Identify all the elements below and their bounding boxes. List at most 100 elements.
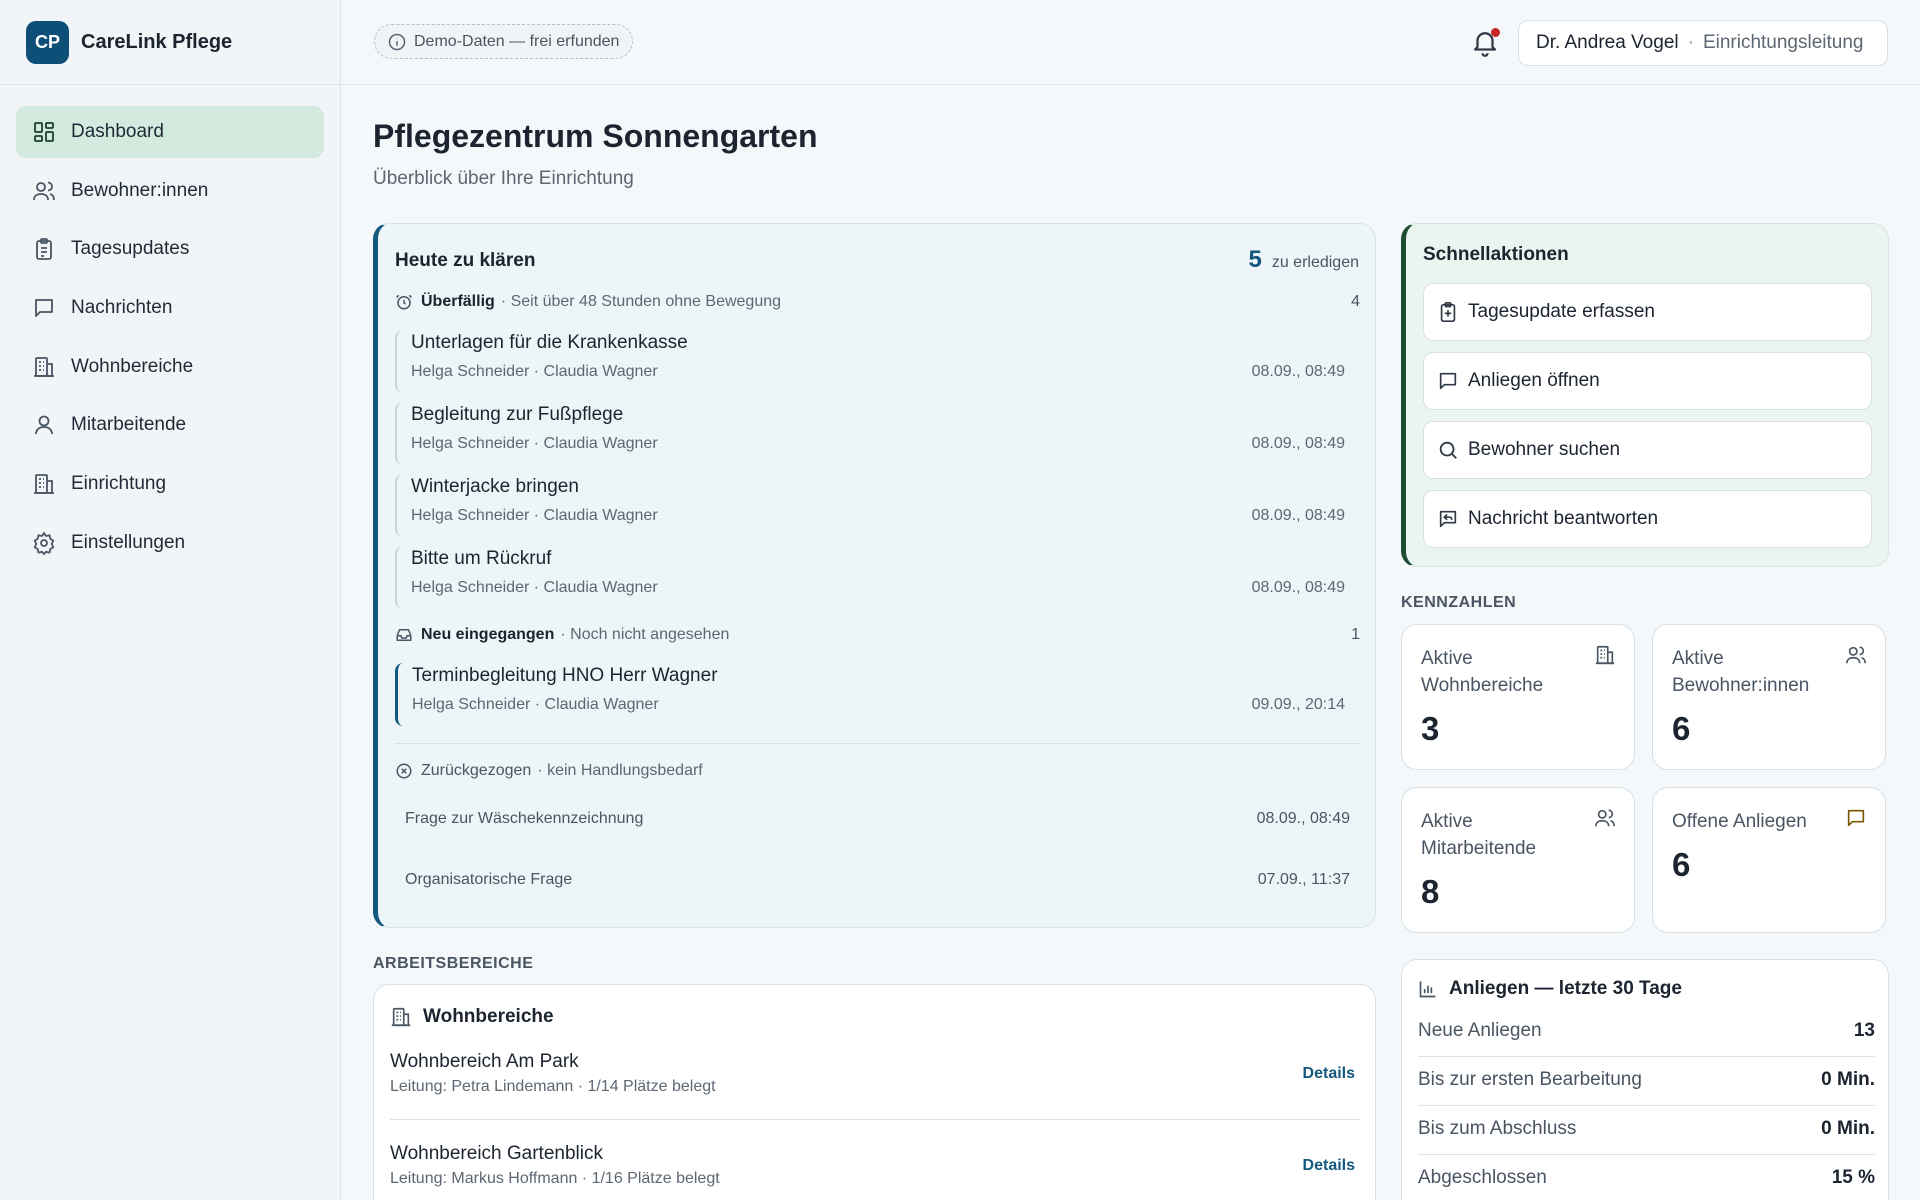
sidebar-item-staff[interactable]: Mitarbeitende (16, 399, 324, 451)
group-withdrawn-hint: · kein Handlungsbedarf (537, 762, 703, 779)
kpi-card-living-areas: Aktive Wohnbereiche 3 (1401, 624, 1635, 770)
sidebar-item-label: Tagesupdates (71, 238, 190, 260)
sidebar-item-daily-updates[interactable]: Tagesupdates (16, 223, 324, 275)
kpi-value: 6 (1672, 846, 1691, 883)
task-date: 08.09., 08:49 (1251, 507, 1345, 524)
stat-row: Bis zur ersten Bearbeitung 0 Min. (1418, 1057, 1875, 1106)
task-date: 08.09., 08:49 (1251, 579, 1345, 596)
task-title: Terminbegleitung HNO Herr Wagner (412, 665, 718, 686)
stat-row: Abgeschlossen 15 % (1418, 1155, 1875, 1200)
building-icon (1595, 645, 1615, 665)
kpi-value: 8 (1421, 873, 1440, 910)
staff-icon (1595, 809, 1615, 827)
details-link[interactable]: Details (1303, 1065, 1355, 1083)
task-meta: Helga Schneider · Claudia Wagner (411, 579, 658, 596)
quick-action-label: Anliegen öffnen (1468, 370, 1600, 391)
withdrawn-date: 07.09., 11:37 (1257, 871, 1350, 888)
task-meta: Helga Schneider · Claudia Wagner (412, 696, 659, 713)
sidebar-item-label: Bewohner:innen (71, 179, 209, 201)
withdrawn-date: 08.09., 08:49 (1256, 810, 1350, 827)
todo-divider (395, 743, 1360, 744)
staff-icon (35, 416, 53, 435)
topbar: Demo-Daten — frei erfunden Dr. Andrea Vo… (341, 0, 1920, 85)
group-withdrawn-name: Zurückgezogen (421, 762, 532, 779)
sidebar-item-residents[interactable]: Bewohner:innen (16, 165, 324, 217)
group-overdue-hint: · Seit über 48 Stunden ohne Bewegung (500, 293, 782, 310)
details-link[interactable]: Details (1303, 1157, 1355, 1175)
living-areas-card-title: Wohnbereiche (423, 1006, 554, 1027)
task-date: 08.09., 08:49 (1251, 435, 1345, 452)
user-name: Dr. Andrea Vogel (1536, 32, 1679, 53)
stats-title: Anliegen — letzte 30 Tage (1449, 978, 1682, 999)
user-menu[interactable]: Dr. Andrea Vogel · Einrichtungsleitung (1518, 20, 1888, 66)
kpi-value: 3 (1421, 710, 1440, 747)
dashboard-icon (34, 122, 54, 142)
quick-action-label: Nachricht beantworten (1468, 508, 1659, 529)
kpi-label: Aktive Mitarbeitende (1421, 811, 1537, 859)
sidebar-item-label: Mitarbeitende (71, 414, 187, 436)
living-areas-card-header: Wohnbereiche (390, 1006, 554, 1028)
task-item[interactable]: Bitte um Rückruf Helga Schneider · Claud… (395, 546, 1345, 609)
quick-action-search-resident-button[interactable]: Bewohner suchen (1423, 421, 1872, 479)
quick-actions-title: Schnellaktionen (1423, 244, 1569, 265)
task-item[interactable]: Begleitung zur Fußpflege Helga Schneider… (395, 402, 1345, 465)
sidebar-item-messages[interactable]: Nachrichten (16, 282, 324, 334)
facility-icon (34, 474, 54, 495)
todo-count-label: zu erledigen (1271, 254, 1359, 271)
group-new-count: 1 (1351, 626, 1360, 643)
living-area-row: Wohnbereich Gartenblick Leitung: Markus … (390, 1143, 1360, 1188)
gear-icon (33, 531, 55, 555)
withdrawn-item[interactable]: Organisatorische Frage 07.09., 11:37 (405, 871, 1350, 889)
stat-row: Neue Anliegen 13 (1418, 1008, 1875, 1057)
quick-actions-panel: Schnellaktionen Tagesupdate erfassen Anl… (1401, 223, 1889, 567)
message-icon (1847, 809, 1865, 827)
task-title: Bitte um Rückruf (411, 548, 552, 569)
task-item[interactable]: Winterjacke bringen Helga Schneider · Cl… (395, 474, 1345, 537)
quick-action-daily-update-button[interactable]: Tagesupdate erfassen (1423, 283, 1872, 341)
group-overdue-name: Überfällig (421, 293, 495, 310)
stat-label: Neue Anliegen (1418, 1020, 1542, 1041)
task-item[interactable]: Unterlagen für die Krankenkasse Helga Sc… (395, 330, 1345, 393)
stat-value: 15 % (1831, 1167, 1875, 1188)
task-title: Winterjacke bringen (411, 476, 579, 497)
quick-action-label: Tagesupdate erfassen (1468, 301, 1655, 322)
living-area-info: Leitung: Petra Lindemann · 1/14 Plätze b… (390, 1078, 716, 1095)
group-new-hint: · Noch nicht angesehen (560, 626, 730, 643)
todo-panel: Heute zu klären 5 zu erledigen Überfälli… (373, 223, 1376, 928)
sidebar-item-facility[interactable]: Einrichtung (16, 458, 324, 510)
living-area-info: Leitung: Markus Hoffmann · 1/16 Plätze b… (390, 1170, 720, 1187)
quick-action-reply-message-button[interactable]: Nachricht beantworten (1423, 490, 1872, 548)
stat-value: 13 (1853, 1020, 1875, 1041)
sidebar-item-label: Wohnbereiche (71, 355, 194, 377)
clipboard-icon (36, 238, 52, 261)
group-new-header: Neu eingegangen · Noch nicht angesehen 1 (395, 626, 1360, 644)
info-icon (388, 33, 406, 50)
user-separator: · (1687, 32, 1694, 53)
sidebar-item-dashboard[interactable]: Dashboard (16, 106, 324, 158)
page-title: Pflegezentrum Sonnengarten (373, 118, 818, 154)
sidebar-item-label: Einstellungen (71, 531, 186, 553)
sidebar-item-settings[interactable]: Einstellungen (16, 517, 324, 569)
task-title: Begleitung zur Fußpflege (411, 404, 624, 425)
circle-x-icon (396, 763, 412, 779)
brand-name: CareLink Pflege (81, 30, 233, 53)
page-subtitle: Überblick über Ihre Einrichtung (373, 168, 634, 189)
quick-action-open-request-button[interactable]: Anliegen öffnen (1423, 352, 1872, 410)
sidebar-item-label: Dashboard (71, 121, 164, 142)
kpi-card-staff: Aktive Mitarbeitende 8 (1401, 787, 1635, 933)
group-overdue-header: Überfällig · Seit über 48 Stunden ohne B… (395, 293, 1360, 311)
stat-label: Bis zum Abschluss (1418, 1118, 1577, 1139)
search-icon (1439, 441, 1457, 459)
sidebar-item-living-areas[interactable]: Wohnbereiche (16, 341, 324, 393)
task-item[interactable]: Terminbegleitung HNO Herr Wagner Helga S… (395, 663, 1345, 726)
stat-value: 0 Min. (1821, 1069, 1875, 1090)
stat-label: Abgeschlossen (1418, 1167, 1547, 1188)
todo-title: Heute zu klären (395, 250, 536, 271)
user-role: Einrichtungsleitung (1702, 32, 1864, 53)
demo-badge-label: Demo-Daten — frei erfunden (414, 32, 620, 50)
work-areas-section-label: ARBEITSBEREICHE (373, 955, 534, 972)
bar-chart-icon (1419, 981, 1436, 998)
withdrawn-item[interactable]: Frage zur Wäschekennzeichnung 08.09., 08… (405, 810, 1350, 828)
brand[interactable]: CP CareLink Pflege (0, 0, 340, 85)
task-meta: Helga Schneider · Claudia Wagner (411, 435, 658, 452)
